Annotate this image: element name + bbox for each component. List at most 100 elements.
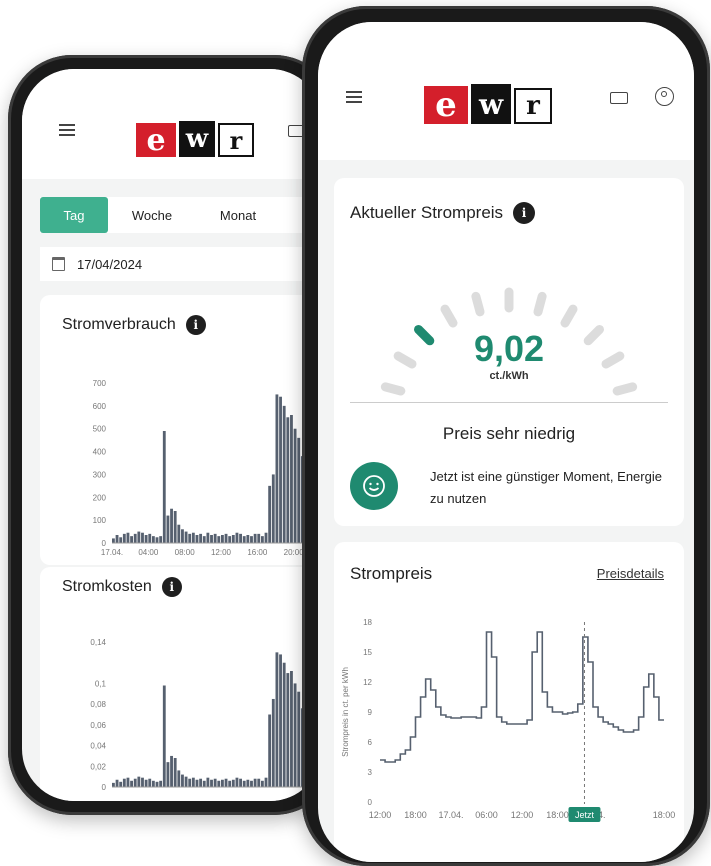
x-tick-label: 12:00 [511,810,534,820]
tab-tag[interactable]: Tag [40,197,108,233]
bar [155,537,159,543]
bar [290,415,293,543]
bar [126,777,130,787]
info-icon[interactable]: i [513,202,536,224]
ewr-logo: e w r [424,84,552,125]
date-picker[interactable]: 17/04/2024 [40,247,322,281]
bar [246,535,250,543]
bar [137,531,141,543]
bar [170,508,173,543]
bar [297,437,301,543]
bar [260,536,264,543]
gauge-segment [612,382,638,396]
bar [151,780,155,787]
y-axis-label: Strompreis in ct. per kWh [341,667,350,757]
y-tick-label: 500 [93,425,107,434]
info-icon[interactable]: i [185,315,206,335]
x-tick-label: 17.04. [101,548,123,555]
bar [119,781,123,787]
current-price-unit: ct./kWh [489,370,529,382]
current-price-title: Aktueller Strompreis [350,203,504,222]
bar [286,673,290,787]
language-icon[interactable] [610,92,628,104]
bar [148,533,152,543]
bar [290,671,293,787]
bar [148,778,152,787]
consumption-chart: 0 100 200 300 400 500 600 700 17.04. 04:00 08:00 12… [93,379,322,555]
divider [350,402,668,403]
bar [206,777,210,787]
bar [271,474,275,543]
bar [191,532,195,543]
advice-text: Jetzt ist eine günstiger Moment, Energie… [430,469,662,506]
now-badge-label: Jetzt [575,810,595,820]
logo-e: e [136,123,176,158]
x-tick-label: 18:00 [546,810,569,820]
bar [293,683,297,787]
y-tick-label: 0 [368,798,373,807]
bar [228,780,232,787]
bar [210,779,213,787]
bar [130,536,133,543]
x-tick-label: 12:00 [369,810,392,820]
bar [268,485,272,543]
bar [126,532,130,543]
bar [112,782,115,787]
bar [122,778,126,787]
tab-woche[interactable]: Woche [114,197,190,233]
gauge-segment [440,304,458,328]
gauge-segment [560,304,578,328]
current-price-value: 9,02 [473,328,545,369]
bar [235,532,239,543]
bar [282,405,286,543]
y-tick-label: 200 [93,493,107,502]
price-details-link[interactable]: Preisdetails [597,566,664,581]
bar [271,698,275,787]
bar [173,511,177,543]
bar [297,691,301,787]
bar [159,780,163,787]
bar [133,778,137,787]
x-tick-label: 18:00 [653,810,676,820]
user-icon[interactable] [655,87,674,106]
bar [191,777,195,787]
x-tick-label: 08:00 [175,548,196,555]
bar [177,524,181,543]
bar [159,536,163,543]
bar [115,535,119,543]
y-tick-label: 400 [93,448,107,457]
bar [184,531,188,543]
bar [221,779,224,787]
info-icon[interactable]: i [161,577,182,597]
bar [133,533,137,543]
tab-monat[interactable]: Monat [200,197,276,233]
bar [122,533,126,543]
price-level-label: Preis sehr niedrig [442,424,576,443]
y-tick-label: 12 [363,678,372,687]
bar [141,777,144,787]
y-tick-label: 700 [93,379,107,388]
y-tick-label: 3 [368,768,373,777]
bar [253,533,257,543]
logo-r: r [514,88,552,124]
bar [239,778,242,787]
bar [250,536,253,543]
bar [231,535,235,543]
bar [112,538,115,543]
logo-w: w [179,121,215,157]
bar [224,533,228,543]
y-tick-label: 0,06 [90,721,106,730]
menu-icon[interactable] [59,121,75,139]
x-tick-label: 18:00 [404,810,427,820]
menu-icon[interactable] [346,88,362,106]
y-tick-label: 0,14 [90,638,106,647]
bar [119,537,123,543]
y-tick-label: 0 [102,783,107,792]
bar [130,780,133,787]
bar [141,532,144,543]
gauge-segment [533,291,547,317]
bar [239,533,242,543]
x-tick-label: 12:00 [211,548,232,555]
bar [217,780,221,787]
y-tick-label: 0,04 [90,742,106,751]
